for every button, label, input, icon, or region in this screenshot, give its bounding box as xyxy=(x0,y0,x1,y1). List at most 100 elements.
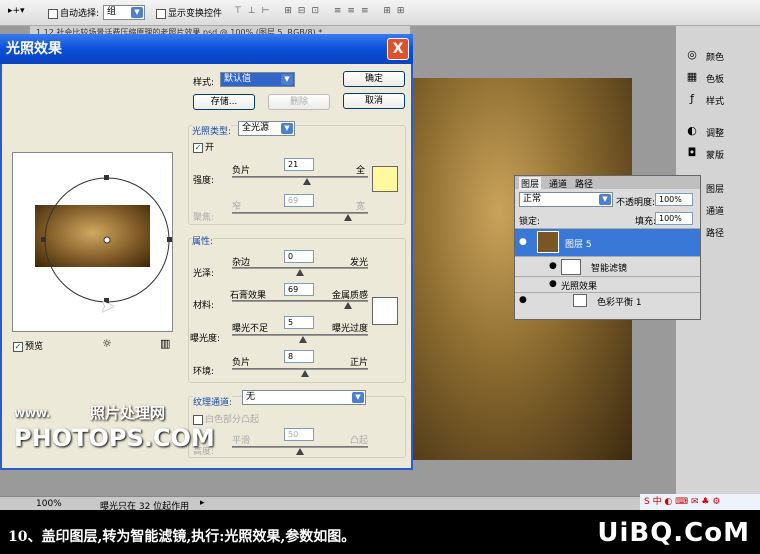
layer-row[interactable]: ● 光照效果 xyxy=(515,276,700,292)
texture-channel-select[interactable]: 无 ▼ xyxy=(242,390,366,405)
ime-icons[interactable]: S 中 ◐ ⌨ ✉ ♣ ⚙ xyxy=(640,497,720,507)
light-type-select[interactable]: 全光源 ▼ xyxy=(238,121,295,136)
ambient-color-swatch[interactable] xyxy=(372,297,398,325)
layer-name: 光照效果 xyxy=(561,282,598,292)
gloss-slider-handle[interactable] xyxy=(296,269,304,276)
color-icon[interactable]: ◎ xyxy=(684,48,700,62)
zoom-level[interactable]: 100% xyxy=(36,499,62,509)
auto-select-checkbox[interactable]: 自动选择: xyxy=(48,6,99,19)
intensity-slider[interactable] xyxy=(232,176,368,178)
exposure-input[interactable]: 5 xyxy=(284,316,314,329)
chevron-down-icon: ▼ xyxy=(352,392,364,403)
trash-icon[interactable]: ▥ xyxy=(160,337,170,350)
swatches-icon[interactable]: ▦ xyxy=(684,70,700,84)
cursor-icon: ➤ xyxy=(100,296,116,317)
save-button[interactable]: 存储... xyxy=(193,94,255,110)
fill-input[interactable]: 100% xyxy=(655,212,693,225)
cancel-button[interactable]: 取消 xyxy=(343,93,405,109)
tab-channels[interactable]: 通道 xyxy=(549,177,567,190)
height-slider-handle[interactable] xyxy=(296,448,304,455)
panel-layers[interactable]: 图层 xyxy=(706,182,724,195)
panel-channels[interactable]: 通道 xyxy=(706,204,724,217)
eye-icon[interactable]: ● xyxy=(549,279,557,289)
show-transform-label: 显示变换控件 xyxy=(168,9,223,19)
eye-icon[interactable]: ● xyxy=(519,295,527,305)
panel-paths[interactable]: 路径 xyxy=(706,226,724,239)
delete-button[interactable]: 删除 xyxy=(268,94,330,110)
show-transform-checkbox[interactable]: 显示变换控件 xyxy=(156,6,222,19)
gloss-label: 光泽: xyxy=(193,269,215,279)
ambience-slider[interactable] xyxy=(232,368,368,370)
gloss-input[interactable]: 0 xyxy=(284,250,314,263)
blend-mode-value: 正常 xyxy=(523,194,542,204)
move-tool-icon[interactable]: ▸+▾ xyxy=(8,6,25,16)
intensity-input[interactable]: 21 xyxy=(284,158,314,171)
material-label: 材料: xyxy=(193,301,215,311)
material-input[interactable]: 69 xyxy=(284,283,314,296)
layer-name: 图层 5 xyxy=(565,240,592,250)
tab-paths[interactable]: 路径 xyxy=(575,177,593,190)
styles-icon[interactable]: ƒ xyxy=(684,92,700,106)
intensity-slider-handle[interactable] xyxy=(302,178,311,185)
close-icon[interactable]: X xyxy=(387,38,409,60)
eye-icon[interactable]: ● xyxy=(549,261,557,271)
panel-adjustments[interactable]: 调整 xyxy=(706,126,724,139)
light-on-checkbox[interactable]: ✓ 开 xyxy=(193,140,214,153)
exposure-label: 曝光度: xyxy=(190,334,221,344)
opacity-label: 不透明度: xyxy=(616,198,656,208)
layers-tabbar: 图层 通道 路径 xyxy=(515,176,700,190)
style-select[interactable]: 默认值 ▼ xyxy=(220,72,295,87)
tab-layers[interactable]: 图层 xyxy=(519,177,542,190)
adjustments-icon[interactable]: ◐ xyxy=(684,124,700,138)
layer-thumbnail xyxy=(537,231,559,253)
texture-channel-label: 纹理通道: xyxy=(193,395,233,408)
ambience-min-label: 负片 xyxy=(232,358,251,368)
chevron-down-icon: ▼ xyxy=(131,7,143,18)
auto-select-dropdown[interactable]: 组 ▼ xyxy=(103,5,145,20)
exposure-slider-handle[interactable] xyxy=(298,336,307,343)
ime-toolbar: S 中 ◐ ⌨ ✉ ♣ ⚙ xyxy=(640,494,760,510)
ambience-max-label: 正片 xyxy=(350,358,369,368)
panel-masks[interactable]: 蒙版 xyxy=(706,148,724,161)
preview-checkbox[interactable]: ✓ 预览 xyxy=(13,339,43,352)
adjustment-mask-thumbnail xyxy=(573,294,587,307)
panel-color[interactable]: 颜色 xyxy=(706,50,724,63)
properties-label: 属性: xyxy=(192,234,214,247)
align-icons[interactable]: ⊤⊥⊢ ⊞⊟⊡ ≡≡≡ ⊞⊞ xyxy=(234,6,410,16)
ambience-input[interactable]: 8 xyxy=(284,350,314,363)
site-logo: UiBQ.CoM xyxy=(597,518,750,548)
intensity-label: 强度: xyxy=(193,176,215,186)
light-color-swatch[interactable] xyxy=(372,166,398,192)
texture-channel-value: 无 xyxy=(246,392,256,402)
material-slider-handle[interactable] xyxy=(343,302,352,309)
focus-slider-handle[interactable] xyxy=(343,214,352,221)
eye-icon[interactable]: ● xyxy=(519,237,527,247)
auto-select-value: 组 xyxy=(107,7,117,17)
style-value: 默认值 xyxy=(224,74,252,84)
focus-min-label: 窄 xyxy=(232,202,242,212)
ambience-slider-handle[interactable] xyxy=(301,370,310,377)
layer-row[interactable]: ● 图层 5 xyxy=(515,228,700,256)
watermark-www: WWW. xyxy=(14,409,51,420)
status-arrow-icon[interactable]: ▸ xyxy=(200,498,205,508)
chevron-down-icon: ▼ xyxy=(281,123,293,134)
focus-input[interactable]: 69 xyxy=(284,194,314,207)
caption-text: 10、盖印图层,转为智能滤镜,执行:光照效果,参数如图。 xyxy=(8,529,356,545)
light-ellipse[interactable] xyxy=(12,152,173,332)
focus-max-label: 宽 xyxy=(356,202,366,212)
layer-name: 智能滤镜 xyxy=(591,264,628,274)
panel-styles[interactable]: 样式 xyxy=(706,94,724,107)
layer-row[interactable]: ● 色彩平衡 1 xyxy=(515,292,700,308)
panel-swatches[interactable]: 色板 xyxy=(706,72,724,85)
filter-mask-thumbnail xyxy=(561,259,581,275)
auto-select-label: 自动选择: xyxy=(60,9,100,19)
ok-button[interactable]: 确定 xyxy=(343,71,405,87)
light-bulb-icon[interactable]: ☼ xyxy=(102,337,112,350)
blend-mode-select[interactable]: 正常 ▼ xyxy=(519,192,613,207)
opacity-input[interactable]: 100% xyxy=(655,193,693,206)
height-input[interactable]: 50 xyxy=(284,428,314,441)
mask-icon[interactable]: ◘ xyxy=(684,146,700,160)
layer-row[interactable]: ● 智能滤镜 xyxy=(515,256,700,276)
ambience-label: 环境: xyxy=(193,367,215,377)
chevron-down-icon: ▼ xyxy=(599,194,611,205)
